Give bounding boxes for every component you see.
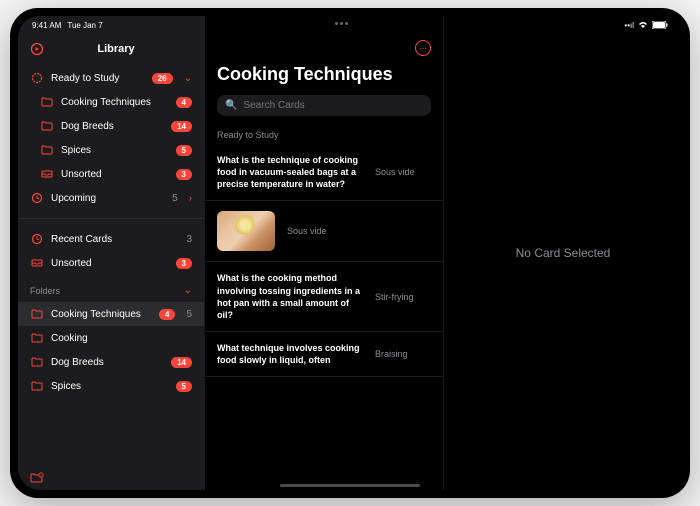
wifi-icon	[638, 21, 648, 29]
item-badge: 14	[171, 121, 192, 132]
main-title: Cooking Techniques	[205, 60, 443, 89]
upcoming-row[interactable]: Upcoming 5 ›	[18, 186, 204, 210]
card-item[interactable]: Sous vide	[205, 201, 443, 262]
upcoming-count: 5	[172, 193, 178, 204]
search-box[interactable]: 🔍	[217, 95, 431, 116]
ready-label: Ready to Study	[51, 73, 145, 84]
chevron-down-icon[interactable]: ⌄	[184, 73, 192, 84]
sidebar-item-unsorted[interactable]: Unsorted 3	[18, 162, 204, 186]
card-question: What is the cooking method involving tos…	[217, 272, 363, 321]
folder-icon	[40, 95, 54, 109]
unsorted-label: Unsorted	[51, 258, 169, 269]
ready-to-study-row[interactable]: Ready to Study 26 ⌄	[18, 66, 204, 90]
folder-icon	[30, 379, 44, 393]
card-question: What technique involves cooking food slo…	[217, 342, 363, 366]
search-icon: 🔍	[225, 100, 237, 111]
card-item[interactable]: What is the technique of cooking food in…	[205, 144, 443, 201]
card-answer: Braising	[375, 349, 431, 359]
folder-label: Cooking	[51, 333, 192, 344]
sidebar-header: Library	[18, 36, 204, 62]
folder-icon	[30, 331, 44, 345]
sidebar: Library Ready to Study 26 ⌄ Cooking Tech…	[18, 16, 204, 490]
search-input[interactable]	[243, 100, 423, 111]
recent-count: 3	[186, 234, 192, 245]
folders-header[interactable]: Folders ⌄	[18, 279, 204, 298]
status-date: Tue Jan 7	[67, 21, 102, 30]
folder-dog-breeds[interactable]: Dog Breeds 14	[18, 350, 204, 374]
folder-badge: 4	[159, 309, 175, 320]
recent-cards-row[interactable]: Recent Cards 3	[18, 227, 204, 251]
sidebar-item-dog-breeds[interactable]: Dog Breeds 14	[18, 114, 204, 138]
detail-panel: No Card Selected	[444, 16, 682, 490]
upcoming-label: Upcoming	[51, 193, 161, 204]
sidebar-title: Library	[54, 43, 178, 55]
item-label: Cooking Techniques	[61, 97, 169, 108]
folder-icon	[40, 143, 54, 157]
card-list[interactable]: What is the technique of cooking food in…	[205, 144, 443, 490]
folder-icon	[30, 355, 44, 369]
home-indicator[interactable]	[280, 484, 420, 487]
unsorted-row[interactable]: Unsorted 3	[18, 251, 204, 275]
item-label: Dog Breeds	[61, 121, 164, 132]
new-folder-icon: +	[30, 471, 44, 485]
card-question: What is the technique of cooking food in…	[217, 154, 363, 190]
card-thumbnail	[217, 211, 275, 251]
card-item[interactable]: What is the cooking method involving tos…	[205, 262, 443, 332]
item-badge: 5	[176, 145, 192, 156]
folder-badge: 5	[176, 381, 192, 392]
more-icon[interactable]: ⋯	[415, 40, 431, 56]
clock-icon	[30, 191, 44, 205]
card-list-panel: ⋯ Cooking Techniques 🔍 Ready to Study Wh…	[204, 16, 444, 490]
signal-icon: ••ıl	[624, 21, 634, 30]
folder-cooking-techniques[interactable]: Cooking Techniques 4 5	[18, 302, 204, 326]
item-label: Unsorted	[61, 169, 169, 180]
empty-state: No Card Selected	[516, 246, 611, 260]
item-badge: 4	[176, 97, 192, 108]
status-bar: 9:41 AM Tue Jan 7 ••ıl	[18, 16, 682, 34]
chevron-down-icon[interactable]: ⌄	[184, 285, 192, 296]
sidebar-item-spices[interactable]: Spices 5	[18, 138, 204, 162]
folder-spices[interactable]: Spices 5	[18, 374, 204, 398]
divider	[18, 218, 204, 219]
unsorted-badge: 3	[176, 258, 192, 269]
folder-icon	[40, 119, 54, 133]
item-badge: 3	[176, 169, 192, 180]
card-answer: Sous vide	[287, 226, 431, 236]
folder-badge: 14	[171, 357, 192, 368]
tray-icon	[30, 256, 44, 270]
app-icon[interactable]	[30, 42, 44, 56]
clock-icon	[30, 232, 44, 246]
sidebar-item-cooking-techniques[interactable]: Cooking Techniques 4	[18, 90, 204, 114]
card-answer: Sous vide	[375, 167, 431, 177]
card-answer: Stir-frying	[375, 292, 431, 302]
folder-label: Cooking Techniques	[51, 309, 152, 320]
item-label: Spices	[61, 145, 169, 156]
status-time: 9:41 AM	[32, 21, 61, 30]
folders-header-label: Folders	[30, 286, 60, 296]
chevron-right-icon[interactable]: ›	[189, 193, 192, 204]
folder-icon	[30, 307, 44, 321]
card-item[interactable]: What technique involves cooking food slo…	[205, 332, 443, 377]
folder-label: Spices	[51, 381, 169, 392]
folder-cooking[interactable]: Cooking	[18, 326, 204, 350]
folder-label: Dog Breeds	[51, 357, 164, 368]
list-section-label: Ready to Study	[205, 122, 443, 144]
recent-label: Recent Cards	[51, 234, 175, 245]
tray-icon	[40, 167, 54, 181]
folder-count: 5	[186, 309, 192, 320]
status-icons: ••ıl	[624, 21, 668, 30]
new-folder-button[interactable]: +	[18, 466, 204, 490]
app-handle[interactable]	[335, 22, 365, 25]
svg-text:+: +	[40, 473, 42, 477]
battery-icon	[652, 21, 668, 29]
ready-badge: 26	[152, 73, 173, 84]
study-icon	[30, 71, 44, 85]
